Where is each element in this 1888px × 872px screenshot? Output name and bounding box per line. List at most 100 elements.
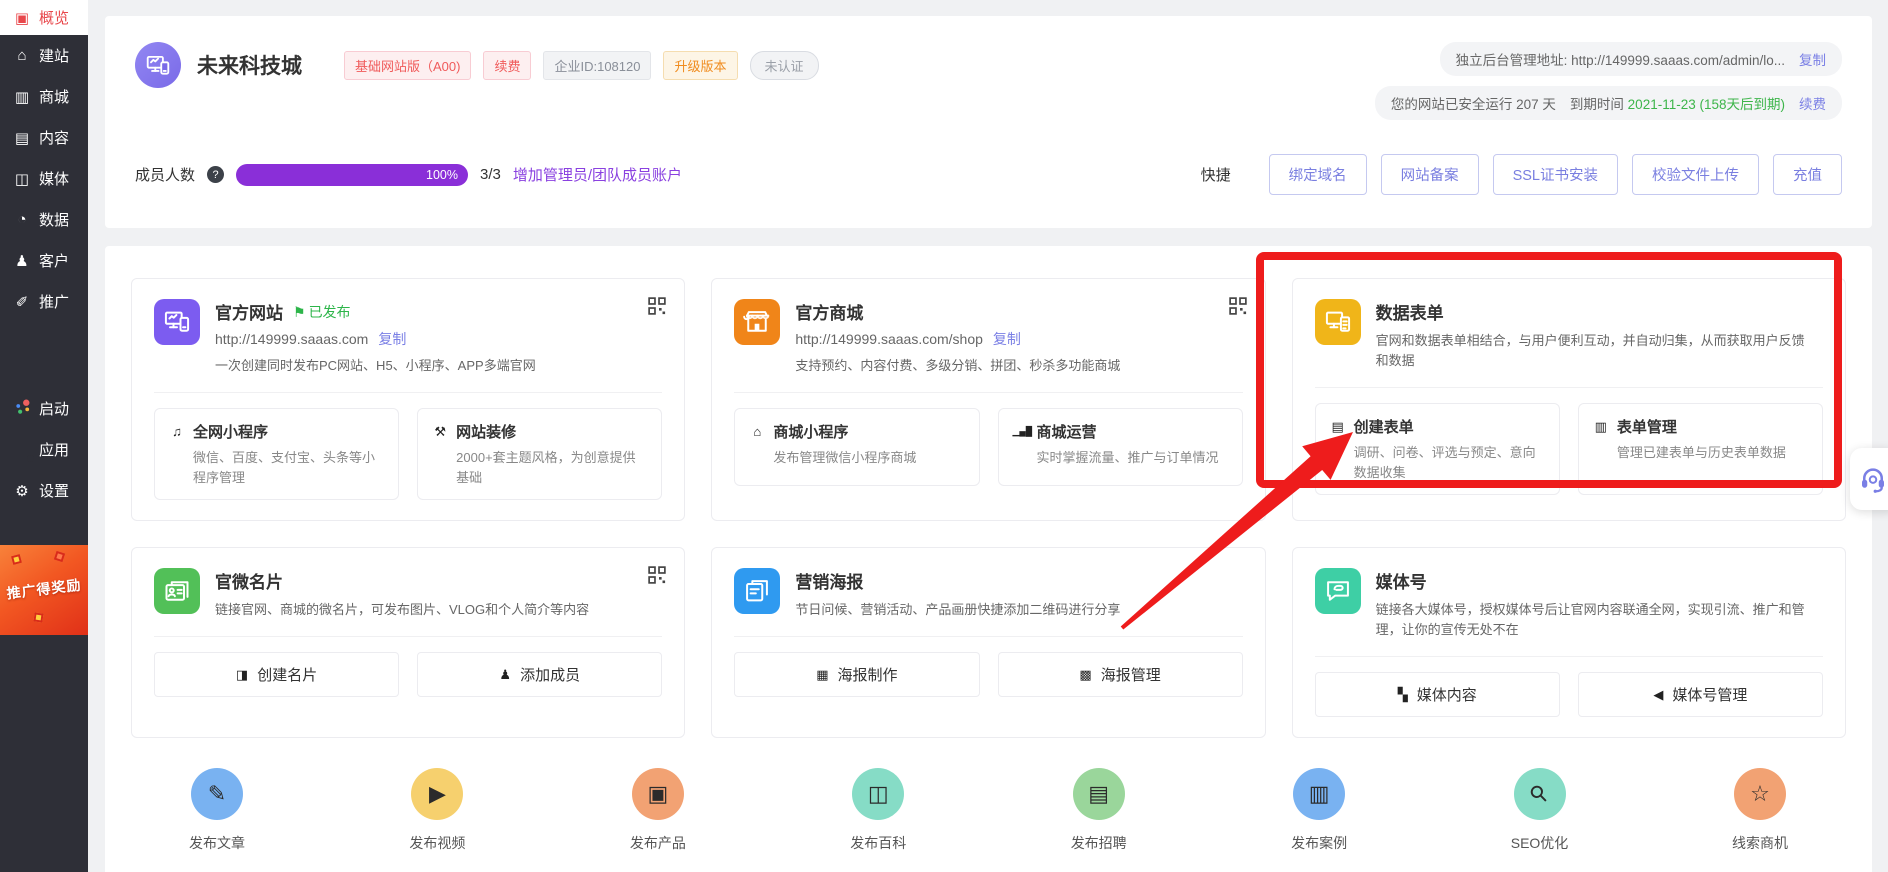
list-blocks-icon: ▚	[1397, 686, 1408, 702]
create-form-subcard[interactable]: ▤ 创建表单 调研、问卷、评选与预定、意向数据收集	[1314, 403, 1560, 496]
card-title: 官方网站	[215, 304, 283, 323]
enterprise-id-badge: 企业ID:108120	[543, 50, 652, 80]
person-icon: ♟	[499, 666, 512, 682]
recharge-button[interactable]: 充值	[1773, 154, 1842, 195]
magnifier-icon: ⚲	[1513, 768, 1566, 821]
sidebar: ▣ 概览 ⌂ 建站 ▥ 商城 ▤ 内容 ◫ 媒体 ◔ 数据 ♟ 客户 ✐ 推广	[0, 0, 88, 872]
sidebar-item-label: 启动	[39, 401, 70, 418]
play-icon: ▶	[411, 768, 464, 821]
poster-app-icon	[734, 568, 781, 615]
icp-filing-button[interactable]: 网站备案	[1380, 154, 1479, 195]
bind-domain-button[interactable]: 绑定域名	[1268, 154, 1367, 195]
mall-mini-program-subcard[interactable]: ⌂ 商城小程序 发布管理微信小程序商城	[734, 408, 980, 487]
members-progress-bar: 100%	[236, 163, 469, 186]
sidebar-item-label: 概览	[39, 10, 70, 27]
clipboard-icon: ▤	[1331, 418, 1344, 434]
copy-admin-url-link[interactable]: 复制	[1799, 49, 1826, 69]
admin-url-pill: 独立后台管理地址: http://149999.saaas.com/admin/…	[1439, 42, 1842, 76]
features-panel: 官方网站 ⚑ 已发布 http://149999.saaas.com 复制 一次创…	[105, 246, 1872, 872]
create-namecard-button[interactable]: ◨ 创建名片	[154, 652, 400, 698]
storefront-icon: ⌂	[753, 424, 762, 440]
shortcut-seo[interactable]: ⚲ SEO优化	[1492, 768, 1588, 853]
verify-file-upload-button[interactable]: 校验文件上传	[1632, 154, 1759, 195]
sidebar-item-media[interactable]: ◫ 媒体	[0, 158, 88, 199]
card-title: 数据表单	[1375, 304, 1444, 323]
qrcode-icon[interactable]	[648, 297, 667, 320]
sidebar-item-label: 应用	[39, 442, 70, 459]
sidebar-item-apps[interactable]: 应用	[0, 429, 88, 470]
overview-icon: ▣	[14, 9, 30, 27]
sidebar-item-label: 数据	[39, 212, 70, 229]
sidebar-item-overview[interactable]: ▣ 概览	[0, 0, 88, 35]
shortcut-publish-article[interactable]: ✎ 发布文章	[169, 768, 265, 853]
clipboard-gear-icon: ▥	[1594, 418, 1607, 434]
qrcode-icon[interactable]	[648, 566, 667, 589]
media-account-manage-button[interactable]: ◀ 媒体号管理	[1577, 672, 1823, 718]
mini-programs-subcard[interactable]: ♫ 全网小程序 微信、百度、支付宝、头条等小程序管理	[154, 408, 400, 501]
sidebar-item-label: 客户	[39, 253, 70, 270]
sidebar-item-label: 推广	[39, 294, 70, 311]
music-note-icon: ♫	[172, 424, 182, 440]
data-forms-card: 数据表单 官网和数据表单相结合，与用户便利互动，并自动归集，从而获取用户反馈和数…	[1291, 278, 1846, 522]
paperclip-icon: ✐	[15, 293, 29, 311]
divider	[734, 636, 1243, 638]
gift-icon	[33, 612, 44, 623]
shortcut-publish-jobs[interactable]: ▤ 发布招聘	[1051, 768, 1147, 853]
sidebar-item-customers[interactable]: ♟ 客户	[0, 240, 88, 281]
person-icon: ♟	[15, 252, 29, 270]
sidebar-item-content[interactable]: ▤ 内容	[0, 117, 88, 158]
site-decoration-subcard[interactable]: ⚒ 网站装修 2000+套主题风格，为创意提供基础	[417, 408, 663, 501]
speaker-icon: ◀	[1653, 686, 1664, 702]
shortcut-publish-product[interactable]: ▣ 发布产品	[610, 768, 706, 853]
form-management-subcard[interactable]: ▥ 表单管理 管理已建表单与历史表单数据	[1577, 403, 1823, 496]
image-edit-icon: ▦	[816, 666, 829, 682]
pencil-icon: ✎	[191, 768, 243, 821]
card-title: 官微名片	[215, 573, 283, 593]
quick-label: 快捷	[1200, 167, 1231, 184]
upgrade-badge[interactable]: 升级版本	[663, 50, 738, 80]
unverified-badge[interactable]: 未认证	[749, 50, 819, 80]
members-section: 成员人数 ? 100% 3/3 增加管理员/团队成员账户	[135, 163, 682, 186]
poster-manage-button[interactable]: ▩ 海报管理	[997, 652, 1243, 698]
sidebar-item-data[interactable]: ◔ 数据	[0, 199, 88, 240]
poster-create-button[interactable]: ▦ 海报制作	[734, 652, 980, 698]
ssl-install-button[interactable]: SSL证书安装	[1492, 154, 1618, 195]
customer-support-button[interactable]	[1850, 448, 1888, 510]
promo-text: 推广得奖励	[5, 576, 83, 602]
site-brand: 未来科技城 基础网站版（A00) 续费 企业ID:108120 升级版本 未认证	[135, 42, 819, 88]
renew-badge[interactable]: 续费	[483, 50, 532, 80]
qrcode-icon[interactable]	[1228, 297, 1247, 320]
sidebar-item-promotion[interactable]: ✐ 推广	[0, 281, 88, 322]
mall-operations-subcard[interactable]: ▁▄█ 商城运营 实时掌握流量、推广与订单情况	[997, 408, 1243, 487]
expire-text: 到期时间 2021-11-23 (158天后到期)	[1569, 97, 1785, 112]
add-member-button[interactable]: ♟ 添加成员	[417, 652, 663, 698]
namecard-app-icon	[154, 568, 200, 615]
help-icon[interactable]: ?	[207, 166, 225, 183]
shortcut-publish-video[interactable]: ▶ 发布视频	[389, 768, 485, 853]
site-info-panel: 未来科技城 基础网站版（A00) 续费 企业ID:108120 升级版本 未认证…	[105, 16, 1872, 228]
website-app-icon	[154, 299, 200, 345]
card-description: 链接各大媒体号，授权媒体号后让官网内容联通全网，实现引流、推广和管理，让你的宣传…	[1375, 602, 1805, 638]
shortcut-publish-wiki[interactable]: ◫ 发布百科	[830, 768, 926, 853]
shortcut-leads[interactable]: ☆ 线索商机	[1712, 768, 1808, 853]
sidebar-item-launch[interactable]: 启动	[0, 388, 88, 429]
sidebar-item-site-builder[interactable]: ⌂ 建站	[0, 35, 88, 76]
renew-link[interactable]: 续费	[1799, 93, 1826, 113]
media-app-icon	[1314, 568, 1361, 615]
official-website-card: 官方网站 ⚑ 已发布 http://149999.saaas.com 复制 一次创…	[131, 278, 686, 522]
shortcut-publish-case[interactable]: ▥ 发布案例	[1271, 768, 1367, 853]
website-url: http://149999.saaas.com	[215, 331, 369, 347]
copy-url-link[interactable]: 复制	[993, 329, 1021, 349]
promotion-reward-banner[interactable]: 推广得奖励	[0, 545, 88, 635]
headset-icon	[1862, 468, 1884, 493]
star-icon: ☆	[1733, 768, 1786, 821]
sidebar-item-settings[interactable]: ⚙ 设置	[0, 470, 88, 511]
add-member-link[interactable]: 增加管理员/团队成员账户	[513, 164, 682, 185]
admin-url-text: 独立后台管理地址: http://149999.saaas.com/admin/…	[1455, 53, 1785, 68]
open-book-icon: ◫	[852, 768, 905, 821]
card-description: 链接官网、商城的微名片，可发布图片、VLOG和个人简介等内容	[215, 602, 590, 618]
copy-url-link[interactable]: 复制	[378, 329, 406, 349]
sidebar-item-mall[interactable]: ▥ 商城	[0, 76, 88, 117]
quick-actions: 快捷 绑定域名 网站备案 SSL证书安装 校验文件上传 充值	[1201, 154, 1842, 195]
media-content-button[interactable]: ▚ 媒体内容	[1314, 672, 1560, 718]
